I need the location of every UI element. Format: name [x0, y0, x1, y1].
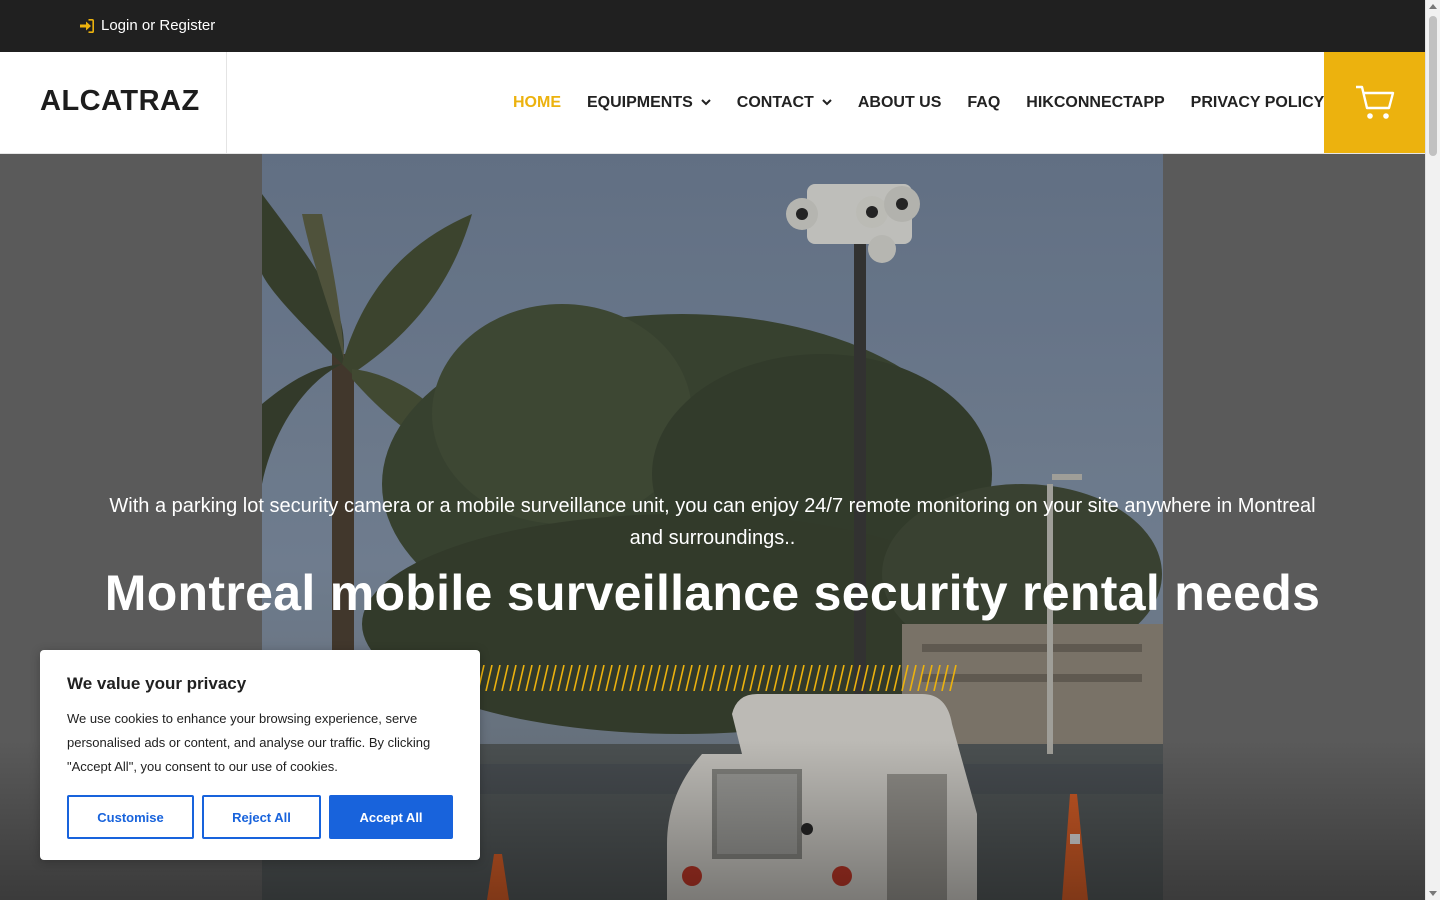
decorative-stripes [469, 665, 957, 691]
sign-in-icon [80, 18, 94, 33]
nav-item-label: ABOUT US [857, 93, 942, 111]
nav-item-about-us[interactable]: ABOUT US [858, 94, 942, 112]
login-register-label: Login or Register [101, 17, 216, 34]
chevron-down-icon [822, 99, 832, 106]
logo-container: ALCATRAZ [0, 52, 227, 153]
cookie-description: We use cookies to enhance your browsing … [67, 711, 431, 774]
page-scrollbar[interactable] [1425, 0, 1440, 900]
nav-item-faq[interactable]: FAQ [967, 94, 1000, 112]
shopping-cart-icon [1355, 85, 1394, 119]
site-logo[interactable]: ALCATRAZ [40, 85, 200, 118]
nav-item-label: CONTACT [736, 93, 814, 111]
nav-item-label: FAQ [967, 93, 1001, 111]
reject-all-button[interactable]: Reject All [202, 795, 321, 839]
cookie-title: We value your privacy [67, 674, 247, 693]
nav-item-label: HOME [513, 93, 561, 111]
customise-button[interactable]: Customise [67, 795, 194, 839]
hero-subtitle: With a parking lot security camera or a … [109, 495, 1316, 549]
chevron-down-icon [701, 99, 711, 106]
nav-item-label: PRIVACY POLICY [1190, 93, 1325, 111]
scroll-up-icon[interactable] [1429, 4, 1437, 9]
cookie-consent-banner: We value your privacy We use cookies to … [40, 650, 480, 860]
nav-item-equipments[interactable]: EQUIPMENTS [587, 94, 711, 112]
top-bar: Login or Register [0, 0, 1425, 52]
scrollbar-thumb[interactable] [1429, 16, 1437, 156]
cart-button[interactable] [1324, 52, 1425, 153]
nav-item-privacy-policy[interactable]: PRIVACY POLICY [1191, 94, 1325, 112]
site-header: ALCATRAZ HOME EQUIPMENTS CONTACT ABOUT U… [0, 52, 1425, 154]
hero-title: Montreal mobile surveillance security re… [104, 565, 1321, 621]
accept-all-button[interactable]: Accept All [329, 795, 453, 839]
login-register-link[interactable]: Login or Register [80, 17, 215, 34]
main-navigation: HOME EQUIPMENTS CONTACT ABOUT US FAQ HIK… [513, 52, 1324, 153]
nav-item-home[interactable]: HOME [513, 94, 561, 112]
nav-item-label: HIKCONNECTAPP [1026, 93, 1165, 111]
nav-item-label: EQUIPMENTS [587, 93, 693, 111]
nav-item-contact[interactable]: CONTACT [737, 94, 832, 112]
nav-item-hikconnectapp[interactable]: HIKCONNECTAPP [1026, 94, 1164, 112]
scroll-down-icon[interactable] [1429, 891, 1437, 896]
